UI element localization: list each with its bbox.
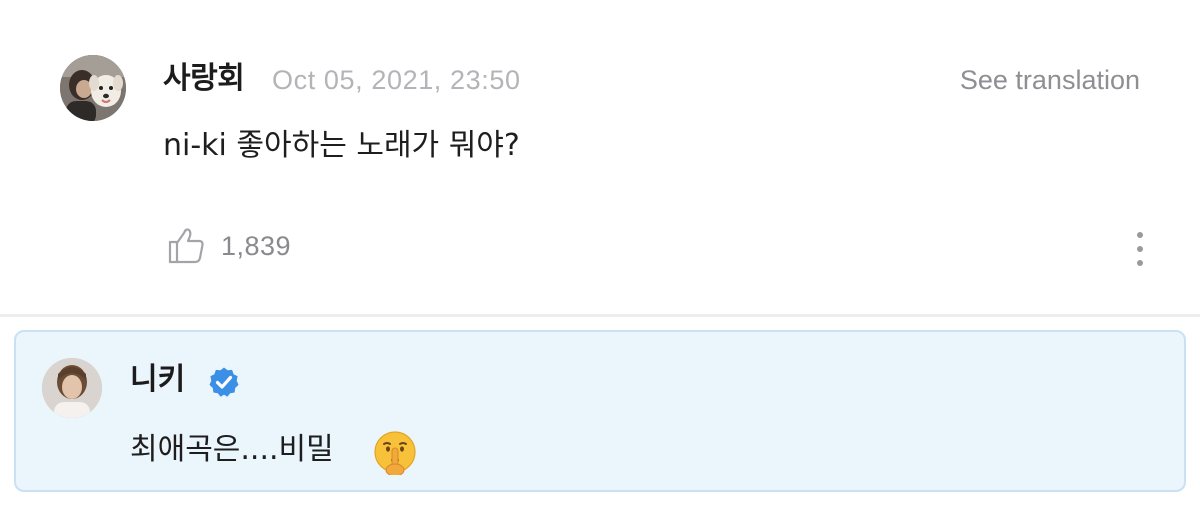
see-translation-link[interactable]: See translation bbox=[960, 60, 1140, 100]
divider bbox=[0, 314, 1200, 317]
replier-name[interactable]: 니키 bbox=[130, 358, 185, 402]
shushing-face-emoji bbox=[374, 431, 416, 475]
artist-reply: 니키 최애곡은....비밀 bbox=[14, 330, 1186, 492]
like-count: 1,839 bbox=[221, 231, 292, 261]
comment-text: ni-ki 좋아하는 노래가 뭐야? bbox=[163, 128, 520, 163]
fan-comment: 사랑회 Oct 05, 2021, 23:50 See translation … bbox=[0, 0, 1200, 316]
like-button[interactable] bbox=[165, 224, 207, 266]
vertical-ellipsis-icon bbox=[1137, 260, 1143, 266]
vertical-ellipsis-icon bbox=[1137, 246, 1143, 252]
reply-text: 최애곡은....비밀 bbox=[130, 432, 334, 467]
commenter-name[interactable]: 사랑회 bbox=[163, 57, 245, 101]
replier-avatar[interactable] bbox=[42, 358, 102, 418]
comment-timestamp: Oct 05, 2021, 23:50 bbox=[272, 65, 521, 95]
commenter-avatar[interactable] bbox=[60, 55, 126, 121]
vertical-ellipsis-icon bbox=[1137, 232, 1143, 238]
more-options-button[interactable] bbox=[1126, 228, 1154, 270]
verified-badge-icon bbox=[209, 367, 239, 397]
thumbs-up-icon bbox=[168, 228, 204, 264]
